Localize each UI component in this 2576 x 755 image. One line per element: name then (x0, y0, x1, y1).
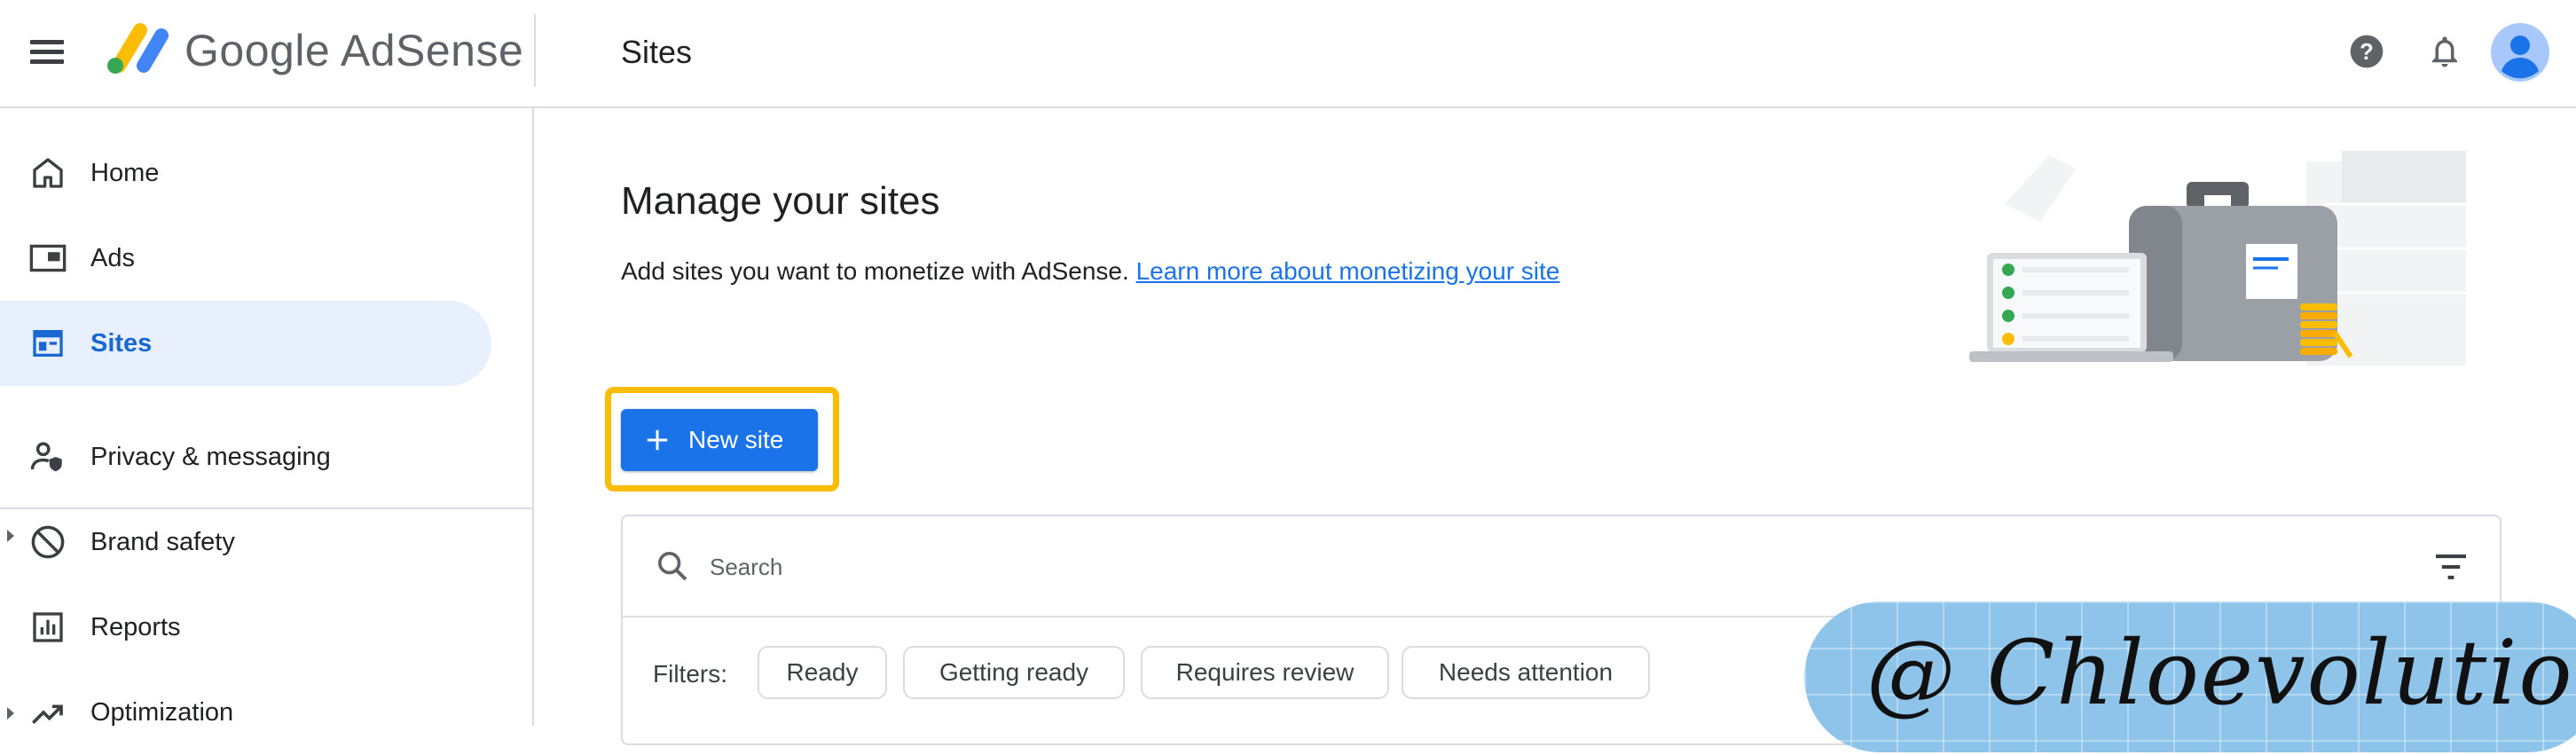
search-icon (658, 552, 687, 581)
filters-label: Filters: (653, 660, 727, 688)
filter-chip-requires-review[interactable]: Requires review (1141, 646, 1389, 699)
header-divider (534, 14, 536, 87)
sidebar-item-home[interactable]: Home (0, 130, 491, 216)
filter-chip-getting-ready[interactable]: Getting ready (903, 646, 1125, 699)
new-site-button[interactable]: New site (621, 409, 818, 471)
sidebar-item-label: Optimization (90, 697, 234, 727)
app-name[interactable]: Google AdSense (185, 25, 523, 76)
filter-chip-needs-attention[interactable]: Needs attention (1402, 646, 1650, 699)
adsense-logo-icon (107, 23, 169, 74)
sidebar-item-optimization[interactable]: Optimization (0, 670, 491, 755)
help-icon[interactable]: ? (2342, 27, 2391, 76)
new-site-button-label: New site (688, 426, 784, 453)
notifications-icon[interactable] (2420, 27, 2470, 76)
reports-icon (27, 606, 69, 649)
block-icon (27, 521, 69, 563)
menu-icon[interactable] (27, 35, 67, 70)
learn-more-link[interactable]: Learn more about monetizing your site (1136, 257, 1560, 285)
svg-text:?: ? (2360, 40, 2374, 65)
sidebar-item-label: Brand safety (90, 527, 235, 556)
sidebar: Home Ads Sites Privacy & messaging Brand… (0, 108, 534, 727)
sites-icon (27, 322, 69, 365)
section-title: Manage your sites (621, 179, 940, 223)
sidebar-item-sites[interactable]: Sites (0, 301, 491, 386)
sidebar-item-label: Ads (90, 243, 135, 272)
sites-illustration (1969, 151, 2466, 366)
account-avatar-icon[interactable] (2491, 23, 2549, 82)
sidebar-item-brand-safety[interactable]: Brand safety (0, 499, 491, 585)
sidebar-item-reports[interactable]: Reports (0, 585, 491, 670)
ads-icon (27, 237, 69, 279)
watermark-badge: @ Chloevolution (1804, 602, 2576, 752)
sidebar-item-label: Sites (90, 328, 153, 358)
plus-icon (647, 429, 668, 451)
filter-list-icon[interactable] (2432, 552, 2470, 582)
search-input[interactable] (708, 545, 2308, 589)
trending-up-icon (27, 691, 69, 734)
page-title: Sites (621, 34, 693, 70)
top-app-bar: Google AdSense Sites ? (0, 0, 2576, 108)
sidebar-item-label: Reports (90, 612, 181, 641)
sidebar-item-label: Privacy & messaging (90, 442, 331, 471)
home-icon (27, 152, 69, 194)
sidebar-item-label: Home (90, 158, 160, 187)
filter-chip-ready[interactable]: Ready (758, 646, 887, 699)
section-description: Add sites you want to monetize with AdSe… (621, 257, 1559, 286)
privacy-icon (27, 436, 69, 478)
sidebar-item-privacy-messaging[interactable]: Privacy & messaging (0, 414, 491, 499)
sidebar-item-ads[interactable]: Ads (0, 216, 491, 301)
description-text: Add sites you want to monetize with AdSe… (621, 257, 1129, 285)
watermark-text: @ Chloevolution (1866, 621, 2576, 725)
